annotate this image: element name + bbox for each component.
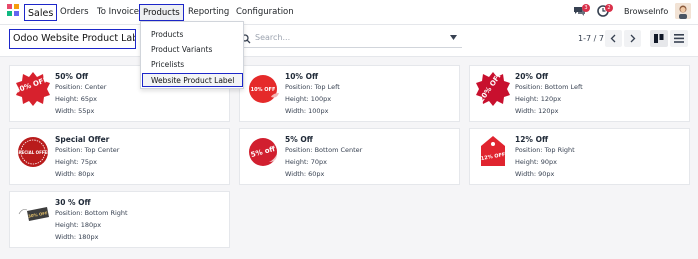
card-width: Width: 90px <box>515 170 555 178</box>
dropdown-item-pricelists[interactable]: Pricelists <box>151 60 184 69</box>
card-position: Position: Center <box>55 83 107 91</box>
card-height: Height: 75px <box>55 158 97 166</box>
pager-value[interactable]: 1-7 / 7 <box>578 34 604 43</box>
top-navbar: Sales Orders To Invoice Products Reporti… <box>0 0 698 25</box>
label-card[interactable]: 10% OFF 10% Off Position: Top Left Heigh… <box>239 65 460 122</box>
card-title: 20% Off <box>515 72 549 81</box>
badge-text: SPECIAL OFFER <box>16 150 51 155</box>
breadcrumb-title: Odoo Website Product Label <box>9 29 136 49</box>
card-width: Width: 100px <box>285 107 329 115</box>
card-height: Height: 70px <box>285 158 327 166</box>
menu-orders[interactable]: Orders <box>60 7 89 17</box>
chevron-right-icon <box>630 34 636 43</box>
app-root: Sales Orders To Invoice Products Reporti… <box>0 0 698 259</box>
apps-grid-icon[interactable] <box>6 3 20 17</box>
card-width: Width: 60px <box>285 170 325 178</box>
pager-previous-button[interactable] <box>605 30 622 47</box>
card-title: 50% Off <box>55 72 89 81</box>
card-height: Height: 180px <box>55 221 102 229</box>
dropdown-item-website-product-label[interactable]: Website Product Label <box>142 73 243 87</box>
card-position: Position: Top Right <box>515 146 575 154</box>
search-input[interactable] <box>255 33 435 42</box>
card-title: 5% Off <box>285 135 313 144</box>
badge-30-off-tag-image: 30% OFF <box>18 207 49 221</box>
messages-badge: 3 <box>582 4 590 12</box>
activities-badge: 2 <box>605 4 613 12</box>
badge-text: 10% OFF <box>251 87 276 93</box>
card-width: Width: 180px <box>55 233 99 241</box>
menu-to-invoice[interactable]: To Invoice <box>97 7 139 17</box>
card-title: Special Offer <box>55 135 110 144</box>
kanban-icon <box>654 34 664 43</box>
products-dropdown-menu: Products Product Variants Pricelists Web… <box>140 21 244 89</box>
card-position: Position: Bottom Right <box>55 209 128 217</box>
card-position: Position: Bottom Left <box>515 83 583 91</box>
card-height: Height: 65px <box>55 95 97 103</box>
search-options-caret-icon[interactable] <box>450 35 457 40</box>
card-position: Position: Bottom Center <box>285 146 363 154</box>
chevron-left-icon <box>610 34 616 43</box>
menu-products[interactable]: Products <box>139 4 184 21</box>
card-height: Height: 120px <box>515 95 562 103</box>
kanban-view-button[interactable] <box>650 30 668 47</box>
user-avatar[interactable] <box>675 3 691 19</box>
label-card[interactable]: 20% OFF 20% Off Position: Bottom Left He… <box>469 65 690 122</box>
badge-5-off-image: 5% off <box>249 138 277 166</box>
menu-reporting[interactable]: Reporting <box>188 7 229 17</box>
badge-12-off-tag-image: 12% OFF <box>480 136 506 166</box>
label-card[interactable]: SPECIAL OFFER Special Offer Position: To… <box>9 128 230 185</box>
label-card[interactable]: 12% OFF 12% Off Position: Top Right Heig… <box>469 128 690 185</box>
user-name[interactable]: BrowseInfo <box>624 7 668 16</box>
card-height: Height: 100px <box>285 95 332 103</box>
card-title: 30 % Off <box>55 198 91 207</box>
card-width: Width: 80px <box>55 170 95 178</box>
dropdown-item-products[interactable]: Products <box>151 30 183 39</box>
search-underline <box>240 47 462 48</box>
badge-10-off-image: 10% OFF <box>249 75 279 103</box>
card-title: 12% Off <box>515 135 549 144</box>
pager-next-button[interactable] <box>624 30 641 47</box>
card-position: Position: Top Center <box>55 146 120 154</box>
card-title: 10% Off <box>285 72 319 81</box>
card-width: Width: 120px <box>515 107 559 115</box>
badge-special-offer-image: SPECIAL OFFER <box>16 137 51 167</box>
label-card[interactable]: 30% OFF 30 % Off Position: Bottom Right … <box>9 191 230 248</box>
card-position: Position: Top Left <box>285 83 340 91</box>
menu-configuration[interactable]: Configuration <box>236 7 294 17</box>
badge-20-off-image: 20% OFF <box>476 71 510 106</box>
control-panel: Odoo Website Product Label 1-7 / 7 <box>0 25 698 57</box>
card-width: Width: 55px <box>55 107 95 115</box>
list-icon <box>674 34 684 43</box>
label-card[interactable]: 5% off 5% Off Position: Bottom Center He… <box>239 128 460 185</box>
dropdown-item-product-variants[interactable]: Product Variants <box>151 45 212 54</box>
app-menu-sales[interactable]: Sales <box>24 4 58 21</box>
badge-50-off-image: 50% OFF <box>15 72 50 106</box>
list-view-button[interactable] <box>670 30 688 47</box>
card-height: Height: 90px <box>515 158 557 166</box>
